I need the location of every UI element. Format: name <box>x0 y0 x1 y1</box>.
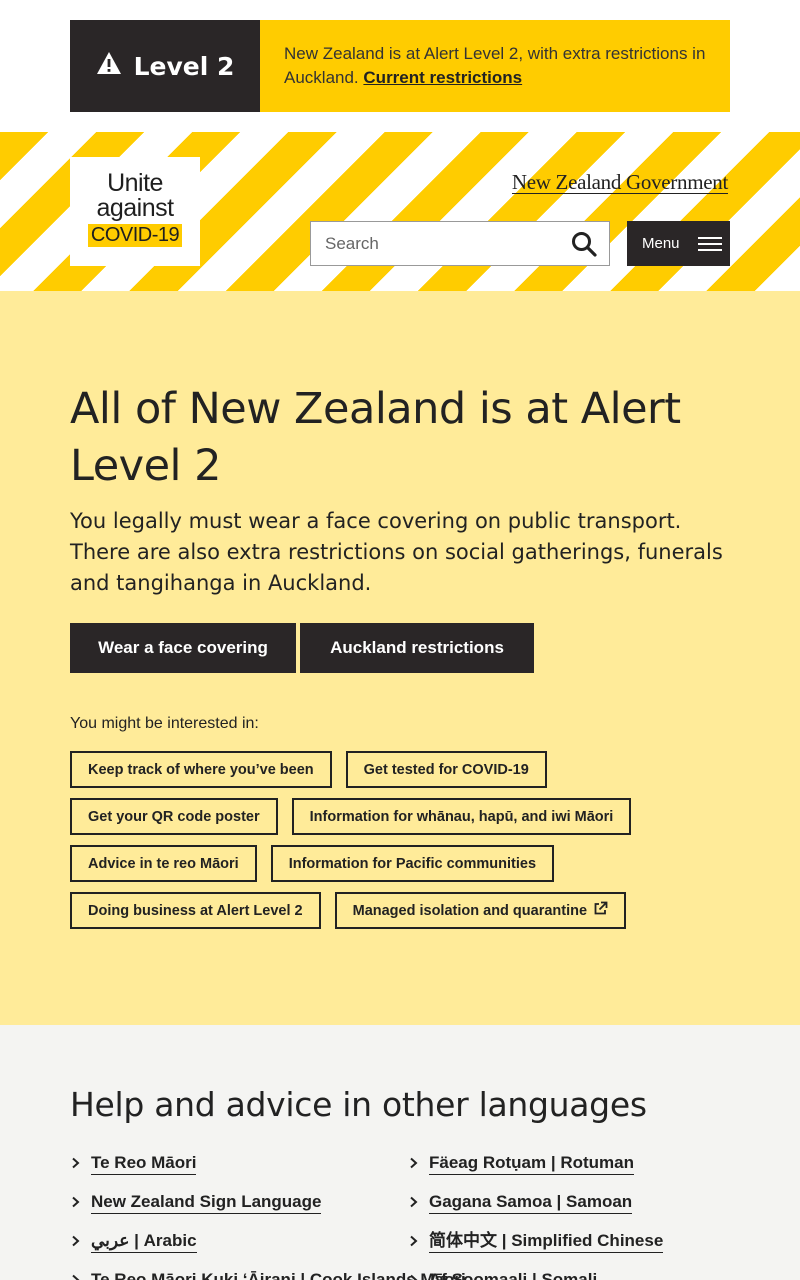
chip-label: Keep track of where you’ve been <box>88 761 314 778</box>
chip-pacific-info[interactable]: Information for Pacific communities <box>270 845 555 882</box>
chevron-right-icon <box>408 1271 419 1280</box>
list-item: Fäeag Rotụam | Rotuman <box>408 1150 728 1176</box>
alert-message-box: New Zealand is at Alert Level 2, with ex… <box>260 20 730 112</box>
chip-label: Advice in te reo Māori <box>88 855 239 872</box>
menu-label: Menu <box>642 235 680 252</box>
language-link-nzsl[interactable]: New Zealand Sign Language <box>91 1191 322 1214</box>
language-link-samoan[interactable]: Gagana Samoa | Samoan <box>429 1191 633 1214</box>
wear-face-covering-button[interactable]: Wear a face covering <box>70 623 296 673</box>
list-item: Af Soomaali | Somali <box>408 1267 728 1280</box>
chip-label: Get your QR code poster <box>88 808 260 825</box>
chip-label: Information for whānau, hapū, and iwi Mā… <box>309 808 614 825</box>
cta-row: Wear a face covering Auckland restrictio… <box>70 623 730 673</box>
external-link-icon <box>593 901 608 920</box>
language-link-somali[interactable]: Af Soomaali | Somali <box>429 1269 597 1280</box>
chip-keep-track[interactable]: Keep track of where you’ve been <box>70 751 332 788</box>
chip-get-tested[interactable]: Get tested for COVID-19 <box>345 751 547 788</box>
interest-label: You might be interested in: <box>70 715 259 732</box>
chip-managed-isolation[interactable]: Managed isolation and quarantine <box>334 892 627 929</box>
chip-label: Managed isolation and quarantine <box>352 902 588 919</box>
auckland-restrictions-button[interactable]: Auckland restrictions <box>300 623 534 673</box>
logo-line-3: COVID-19 <box>87 224 183 247</box>
current-restrictions-link[interactable]: Current restrictions <box>363 68 522 87</box>
alert-level-label: Level 2 <box>133 51 235 81</box>
language-link-te-reo[interactable]: Te Reo Māori <box>91 1152 197 1175</box>
language-link-rotuman[interactable]: Fäeag Rotụam | Rotuman <box>429 1152 634 1175</box>
languages-list: Te Reo Māori Fäeag Rotụam | Rotuman New … <box>70 1150 730 1280</box>
chevron-right-icon <box>70 1193 81 1212</box>
search-box <box>310 221 610 266</box>
chip-label: Information for Pacific communities <box>288 855 537 872</box>
chip-label: Get tested for COVID-19 <box>363 761 529 778</box>
logo-line-2: against <box>96 194 174 222</box>
chevron-right-icon <box>408 1232 419 1251</box>
chip-whanau-info[interactable]: Information for whānau, hapū, and iwi Mā… <box>291 798 632 835</box>
hero-lede: You legally must wear a face covering on… <box>70 509 723 595</box>
hamburger-icon <box>697 236 722 251</box>
chip-label: Doing business at Alert Level 2 <box>88 902 303 919</box>
chevron-right-icon <box>408 1193 419 1212</box>
list-item: Te Reo Māori Kuki ‘Āirani | Cook Islands… <box>70 1267 466 1280</box>
alert-banner: Level 2 New Zealand is at Alert Level 2,… <box>70 20 730 112</box>
list-item: عربي | Arabic <box>70 1228 408 1254</box>
list-item: Gagana Samoa | Samoan <box>408 1189 728 1215</box>
chip-qr-poster[interactable]: Get your QR code poster <box>70 798 278 835</box>
chevron-right-icon <box>408 1154 419 1173</box>
languages-section: Help and advice in other languages Te Re… <box>0 1025 800 1280</box>
chevron-right-icon <box>70 1271 81 1280</box>
site-header: Unite against COVID-19 New Zealand Gover… <box>0 132 800 291</box>
list-item: Te Reo Māori <box>70 1150 408 1176</box>
search-icon[interactable] <box>559 222 609 265</box>
chevron-right-icon <box>70 1232 81 1251</box>
chip-te-reo-advice[interactable]: Advice in te reo Māori <box>70 845 257 882</box>
page-title: All of New Zealand is at Alert Level 2 <box>70 384 681 491</box>
alert-level-box: Level 2 <box>70 20 260 112</box>
languages-heading: Help and advice in other languages <box>70 1085 647 1124</box>
language-link-chinese[interactable]: 简体中文 | Simplified Chinese <box>429 1230 664 1253</box>
language-link-arabic[interactable]: عربي | Arabic <box>91 1230 197 1253</box>
search-input[interactable] <box>311 222 559 265</box>
interest-links: Keep track of where you’ve been Get test… <box>70 751 750 929</box>
hero-section: All of New Zealand is at Alert Level 2 Y… <box>0 291 800 1025</box>
unite-against-covid-logo[interactable]: Unite against COVID-19 <box>70 157 200 266</box>
chevron-right-icon <box>70 1154 81 1173</box>
list-item: New Zealand Sign Language <box>70 1189 408 1215</box>
logo-line-1: Unite <box>107 169 163 197</box>
alert-banner-wrap: Level 2 New Zealand is at Alert Level 2,… <box>0 0 800 132</box>
menu-button[interactable]: Menu <box>627 221 730 266</box>
warning-icon <box>96 51 122 81</box>
chip-business[interactable]: Doing business at Alert Level 2 <box>70 892 321 929</box>
nz-government-logo[interactable]: New Zealand Government <box>511 172 728 194</box>
list-item: 简体中文 | Simplified Chinese <box>408 1228 728 1254</box>
